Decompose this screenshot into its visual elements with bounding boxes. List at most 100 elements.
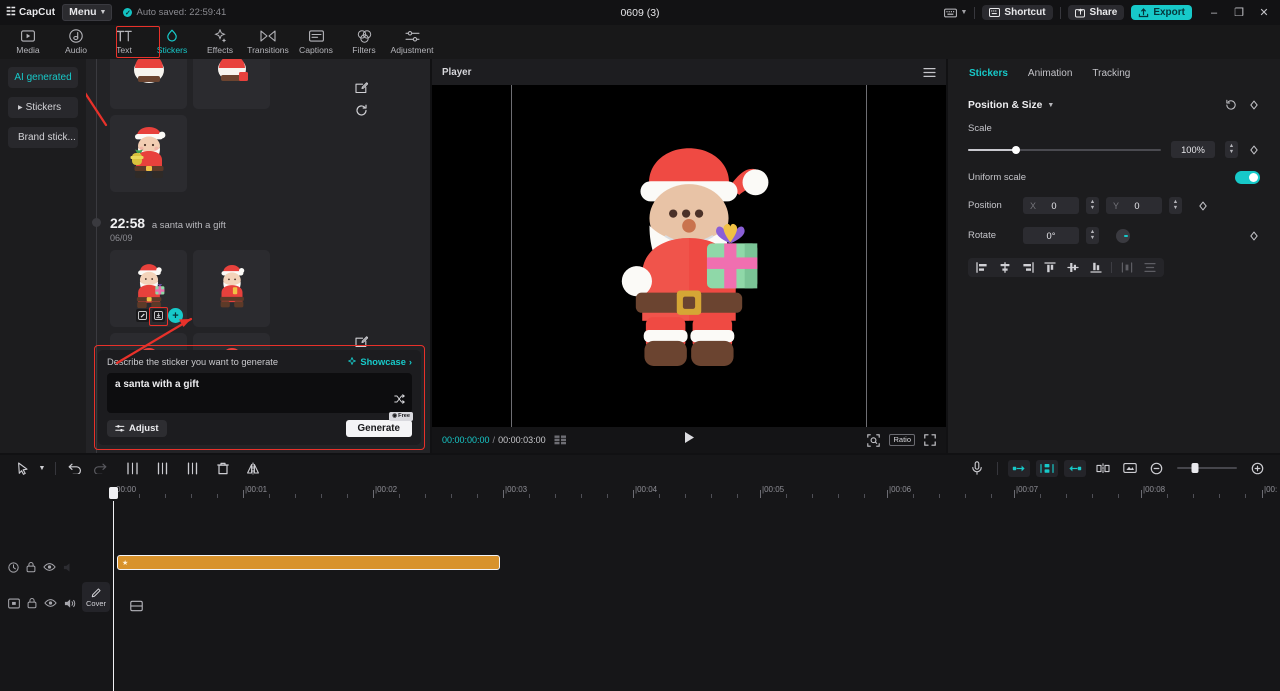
tab-stickers[interactable]: Stickers [969, 68, 1008, 79]
menu-button[interactable]: Menu ▼ [62, 4, 113, 21]
share-button[interactable]: Share [1067, 5, 1125, 20]
auto-fit-icon[interactable] [1036, 459, 1058, 477]
nav-item-effects[interactable]: Effects [196, 25, 244, 59]
sidebar-item-ai-generated[interactable]: AI generated [8, 67, 78, 88]
prompt-input[interactable]: a santa with a gift [107, 373, 412, 413]
align-center-vertical-icon[interactable] [1063, 259, 1084, 276]
trim-left-icon[interactable] [150, 458, 175, 478]
align-left-icon[interactable] [972, 259, 993, 276]
distribute-horizontal-icon[interactable] [1117, 259, 1138, 276]
keyframe-icon[interactable] [1248, 230, 1260, 242]
ratio-button[interactable]: Ratio [889, 434, 915, 446]
align-right-icon[interactable] [1017, 259, 1038, 276]
keyframe-icon[interactable] [1197, 200, 1209, 212]
zoom-in-icon[interactable] [1245, 458, 1270, 478]
close-button[interactable]: ✕ [1252, 2, 1276, 23]
select-tool-icon[interactable] [10, 458, 35, 478]
minimize-button[interactable]: – [1202, 2, 1226, 23]
nav-item-transitions[interactable]: Transitions [244, 25, 292, 59]
add-to-timeline-button[interactable]: + [168, 308, 183, 323]
play-button[interactable] [684, 431, 695, 449]
reset-icon[interactable] [1225, 99, 1237, 111]
download-icon[interactable] [152, 309, 165, 322]
sticker-thumbnail[interactable] [193, 59, 270, 109]
sticker-clip[interactable]: ★ [117, 555, 500, 570]
player-menu-icon[interactable] [923, 67, 936, 78]
video-track-icon[interactable] [8, 598, 20, 609]
showcase-link[interactable]: Showcase › [347, 357, 412, 367]
timeline-zoom-slider[interactable] [1177, 463, 1237, 473]
undo-icon[interactable] [62, 458, 87, 478]
keyframe-icon[interactable] [1248, 144, 1260, 156]
player-stage[interactable] [432, 85, 946, 427]
delete-icon[interactable] [210, 458, 235, 478]
rotate-stepper[interactable]: ▲ ▼ [1086, 227, 1099, 244]
zoom-out-icon[interactable] [1144, 458, 1169, 478]
sticker-thumbnail-selected[interactable]: + [110, 250, 187, 327]
position-y-stepper[interactable]: ▲ ▼ [1169, 197, 1182, 214]
export-button[interactable]: Export [1131, 5, 1192, 20]
rotate-dial[interactable] [1116, 228, 1130, 243]
sidebar-item-brand-stickers[interactable]: Brand stick... [8, 127, 78, 148]
select-tool-dropdown-icon[interactable]: ▼ [35, 458, 49, 478]
zoom-preview-icon[interactable] [867, 433, 881, 447]
nav-item-text[interactable]: Text [100, 25, 148, 59]
cover-button[interactable]: Cover [82, 582, 110, 612]
clock-icon[interactable] [8, 561, 19, 573]
tab-animation[interactable]: Animation [1028, 68, 1072, 79]
position-x-input[interactable]: X 0 [1023, 197, 1079, 214]
split-icon[interactable] [120, 458, 145, 478]
position-x-stepper[interactable]: ▲ ▼ [1086, 197, 1099, 214]
fit-timeline-icon[interactable] [1117, 458, 1142, 478]
trim-right-icon[interactable] [180, 458, 205, 478]
keyframe-prev-icon[interactable] [1008, 459, 1030, 477]
volume-icon[interactable] [64, 598, 77, 609]
chevron-collapse-icon[interactable]: ▼ [1047, 102, 1054, 109]
scale-slider[interactable] [968, 145, 1161, 154]
generate-button[interactable]: Generate [345, 420, 412, 437]
uniform-scale-toggle[interactable] [1235, 171, 1260, 184]
lock-icon[interactable] [26, 561, 36, 573]
regenerate-batch-icon[interactable] [354, 103, 369, 118]
scale-value-input[interactable]: 100% [1171, 141, 1215, 158]
keyframe-icon[interactable] [1248, 99, 1260, 111]
video-clip-placeholder-icon[interactable] [130, 599, 143, 617]
fullscreen-icon[interactable] [924, 434, 936, 446]
eye-icon[interactable] [44, 598, 57, 608]
maximize-button[interactable]: ❐ [1227, 2, 1251, 23]
tab-tracking[interactable]: Tracking [1092, 68, 1130, 79]
distribute-vertical-icon[interactable] [1139, 259, 1160, 276]
timeline-ruler[interactable]: 00:00 |00:01 |00:02 |00:03 |00:04 |00:05 [0, 481, 1280, 501]
timeline-zoom-knob[interactable] [1191, 463, 1199, 473]
redo-icon[interactable] [87, 458, 112, 478]
sticker-thumbnail[interactable] [110, 115, 187, 192]
eye-icon[interactable] [43, 562, 56, 572]
sticker-thumbnail[interactable] [193, 250, 270, 327]
nav-item-media[interactable]: Media [4, 25, 52, 59]
shortcut-button[interactable]: Shortcut [982, 5, 1053, 20]
nav-item-audio[interactable]: Audio [52, 25, 100, 59]
nav-item-stickers[interactable]: Stickers [148, 25, 196, 59]
santa-preview-sticker[interactable] [574, 126, 804, 386]
scale-slider-knob[interactable] [1012, 145, 1021, 154]
edit-batch-icon[interactable] [354, 334, 369, 349]
align-center-horizontal-icon[interactable] [995, 259, 1016, 276]
mirror-icon[interactable] [240, 458, 265, 478]
shuffle-icon[interactable] [394, 391, 405, 409]
align-top-icon[interactable] [1040, 259, 1061, 276]
position-y-input[interactable]: Y 0 [1106, 197, 1162, 214]
adjust-button[interactable]: Adjust [107, 420, 167, 437]
nav-item-adjustment[interactable]: Adjustment [388, 25, 436, 59]
keyframe-next-icon[interactable] [1064, 459, 1086, 477]
playhead-handle[interactable] [109, 487, 118, 499]
align-bottom-icon[interactable] [1085, 259, 1106, 276]
rotate-input[interactable]: 0° [1023, 227, 1079, 244]
timeline-tracks-area[interactable]: Cover ★ [0, 501, 1280, 691]
sidebar-item-stickers[interactable]: ▶ Stickers [8, 97, 78, 118]
split-track-icon[interactable] [1090, 458, 1115, 478]
scale-stepper[interactable]: ▲ ▼ [1225, 141, 1238, 158]
edit-icon[interactable] [136, 309, 149, 322]
grid-view-icon[interactable] [554, 435, 567, 445]
lock-icon[interactable] [27, 597, 37, 609]
nav-item-captions[interactable]: Captions [292, 25, 340, 59]
